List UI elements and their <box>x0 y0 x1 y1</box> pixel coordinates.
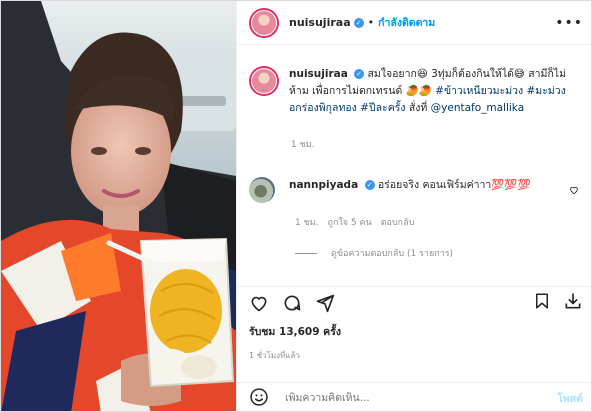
comment-meta: 1 ชม. ถูกใจ 5 คน ตอบกลับ <box>295 215 581 229</box>
comment-bubble-icon[interactable] <box>282 293 302 313</box>
post-photo-illustration <box>1 1 236 411</box>
comment-like-count[interactable]: ถูกใจ 5 คน <box>328 215 372 229</box>
commenter-avatar[interactable] <box>249 177 275 203</box>
view-count[interactable]: รับชม 13,609 ครั้ง <box>249 323 341 340</box>
verified-badge-icon: ✓ <box>364 180 375 190</box>
download-icon[interactable] <box>563 291 583 314</box>
post-time: 1 ชั่วโมงที่แล้ว <box>249 351 300 360</box>
caption-age: 1 ชม. <box>291 140 315 150</box>
more-options-icon[interactable]: ••• <box>555 15 583 31</box>
comment-like-heart-icon[interactable] <box>569 185 579 195</box>
author-username[interactable]: nuisujiraa <box>289 16 351 29</box>
action-bar-right <box>533 291 583 314</box>
caption-tail: สั่งที่ <box>408 102 428 114</box>
mention-link[interactable]: @yentafo_mallika <box>431 102 525 114</box>
bookmark-icon[interactable] <box>533 291 551 314</box>
commenter-username[interactable]: nannpiyada <box>289 179 358 191</box>
emoji-icon[interactable] <box>249 387 269 410</box>
hashtag-link[interactable]: #ปีละครั้ง <box>360 102 405 114</box>
post-photo[interactable] <box>1 1 236 411</box>
follow-status-button[interactable]: กำลังติดตาม <box>378 14 435 31</box>
comment-age: 1 ชม. <box>295 218 319 228</box>
action-bar <box>237 286 591 318</box>
verified-badge-icon: ✓ <box>354 69 365 79</box>
replies-divider <box>295 252 317 254</box>
caption-username[interactable]: nuisujiraa <box>289 68 348 80</box>
comments-area: nuisujiraa ✓ สมใจอยาก😆 3ทุ่มก็ต้องกินให้… <box>237 46 591 285</box>
comment-text: nannpiyada ✓ อร่อยจริง คอนเฟิร์มค่าาา💯💯💯 <box>289 177 559 193</box>
view-replies-label: ดูข้อความตอบกลับ (1 รายการ) <box>331 249 454 259</box>
comment-composer: โพสต์ <box>237 382 591 411</box>
reply-button[interactable]: ตอบกลับ <box>381 215 415 229</box>
author-avatar[interactable] <box>249 7 279 38</box>
comment-item: nannpiyada ✓ อร่อยจริง คอนเฟิร์มค่าาา💯💯💯 <box>249 177 581 203</box>
verified-badge-icon: ✓ <box>353 17 364 28</box>
instagram-post-window: nuisujiraa ✓ • กำลังติดตาม ••• nuisujira… <box>0 0 592 412</box>
separator-dot: • <box>367 16 375 29</box>
post-comment-button[interactable]: โพสต์ <box>557 390 583 407</box>
caption-avatar[interactable] <box>249 66 279 96</box>
post-header: nuisujiraa ✓ • กำลังติดตาม ••• <box>237 1 591 45</box>
post-details-panel: nuisujiraa ✓ • กำลังติดตาม ••• nuisujira… <box>236 1 591 411</box>
comment-input[interactable] <box>285 392 558 404</box>
comment-body: อร่อยจริง คอนเฟิร์มค่าาา💯💯💯 <box>377 179 531 191</box>
caption-text: nuisujiraa ✓ สมใจอยาก😆 3ทุ่มก็ต้องกินให้… <box>289 66 581 117</box>
caption: nuisujiraa ✓ สมใจอยาก😆 3ทุ่มก็ต้องกินให้… <box>249 66 581 117</box>
view-replies-button[interactable]: ดูข้อความตอบกลับ (1 รายการ) <box>295 246 581 260</box>
heart-icon[interactable] <box>249 293 269 313</box>
send-icon[interactable] <box>315 293 335 313</box>
hashtag-link[interactable]: #ข้าวเหนียวมะม่วง <box>435 85 523 97</box>
